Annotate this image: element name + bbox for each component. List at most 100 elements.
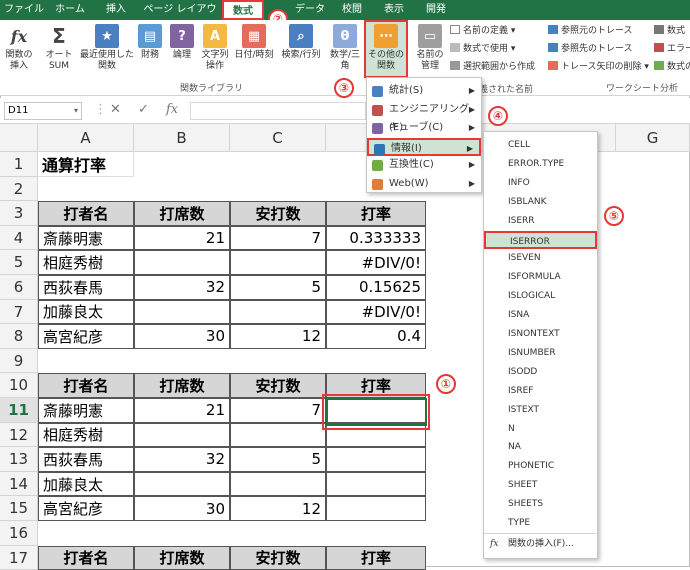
table1-cell[interactable]: 21: [134, 225, 230, 251]
table-header-cell[interactable]: 打席数: [134, 201, 230, 226]
table1-cell[interactable]: [134, 299, 230, 325]
function-item-info[interactable]: INFO: [484, 174, 597, 192]
use-in-formula-button[interactable]: 数式で使用 ▾: [450, 42, 515, 56]
function-item-istext[interactable]: ISTEXT: [484, 401, 597, 419]
table1-cell[interactable]: 12: [230, 324, 326, 349]
table1-cell[interactable]: 加藤良太: [38, 299, 134, 325]
function-item-islogical[interactable]: ISLOGICAL: [484, 287, 597, 305]
function-item-na[interactable]: NA: [484, 438, 597, 456]
table2-cell[interactable]: 30: [134, 496, 230, 521]
menu-item-web[interactable]: Web(W) ▶: [367, 175, 481, 193]
cell-title[interactable]: 通算打率: [38, 152, 134, 177]
function-item-isref[interactable]: ISREF: [484, 382, 597, 400]
row-header-5[interactable]: 5: [0, 250, 38, 275]
recent-button[interactable]: ★ 最近使用した 関数: [80, 22, 134, 72]
tab-view[interactable]: 表示: [374, 0, 414, 20]
table1-cell[interactable]: 0.4: [326, 324, 426, 349]
row-header-6[interactable]: 6: [0, 275, 38, 300]
table1-cell[interactable]: [230, 299, 326, 325]
tab-home[interactable]: ホーム: [48, 0, 92, 20]
datetime-button[interactable]: ▦ 日付/時刻: [232, 22, 276, 61]
menu-item-cube[interactable]: キューブ(C) ▶: [367, 119, 481, 137]
financial-button[interactable]: ▤ 財務: [136, 22, 164, 61]
tab-developer[interactable]: 開発: [416, 0, 456, 20]
table1-cell[interactable]: 0.333333: [326, 225, 426, 251]
table2-cell[interactable]: 加藤良太: [38, 471, 134, 497]
function-item-isnumber[interactable]: ISNUMBER: [484, 344, 597, 362]
name-manager-button[interactable]: ▭ 名前の 管理: [414, 22, 446, 72]
row-header-14[interactable]: 14: [0, 471, 38, 497]
table2-cell[interactable]: 32: [134, 447, 230, 472]
function-item-iserror[interactable]: ISERROR: [484, 230, 597, 249]
table1-cell[interactable]: #DIV/0!: [326, 299, 426, 325]
row-header-1[interactable]: 1: [0, 152, 38, 177]
tab-formulas[interactable]: 数式: [222, 0, 264, 20]
column-header-b[interactable]: B: [134, 124, 230, 152]
table-header-cell[interactable]: 打率: [326, 201, 426, 226]
table1-cell[interactable]: 西荻春馬: [38, 275, 134, 300]
table1-cell[interactable]: 高宮紀彦: [38, 324, 134, 349]
function-item-iseven[interactable]: ISEVEN: [484, 249, 597, 267]
tab-insert[interactable]: 挿入: [94, 0, 138, 20]
define-name-button[interactable]: 名前の定義 ▾: [450, 24, 515, 38]
function-item-type[interactable]: TYPE: [484, 514, 597, 532]
name-box[interactable]: D11 ▾: [4, 102, 82, 120]
row-header-8[interactable]: 8: [0, 324, 38, 349]
table-header-cell[interactable]: 安打数: [230, 201, 326, 226]
table-header-cell[interactable]: 打率: [326, 545, 426, 570]
function-item-iserr[interactable]: ISERR: [484, 212, 597, 230]
table1-cell[interactable]: 斎藤明憲: [38, 225, 134, 251]
select-all-corner[interactable]: [0, 124, 38, 152]
table1-cell[interactable]: [230, 250, 326, 275]
insert-function-icon[interactable]: fx: [166, 102, 178, 117]
row-header-7[interactable]: 7: [0, 299, 38, 325]
table2-cell[interactable]: 5: [230, 447, 326, 472]
row-header-4[interactable]: 4: [0, 225, 38, 251]
table1-cell[interactable]: [134, 250, 230, 275]
insert-function-menu-item[interactable]: fx 関数の挿入(F)...: [484, 535, 597, 553]
tab-file[interactable]: ファイル: [2, 0, 46, 20]
table2-cell[interactable]: 斎藤明憲: [38, 398, 134, 423]
function-item-isnontext[interactable]: ISNONTEXT: [484, 325, 597, 343]
table2-cell[interactable]: [326, 496, 426, 521]
tab-data[interactable]: データ: [290, 0, 330, 20]
table1-cell[interactable]: 32: [134, 275, 230, 300]
function-item-isna[interactable]: ISNA: [484, 306, 597, 324]
column-header-a[interactable]: A: [38, 124, 134, 152]
function-item-isodd[interactable]: ISODD: [484, 363, 597, 381]
table2-cell[interactable]: 高宮紀彦: [38, 496, 134, 521]
table-header-cell[interactable]: 安打数: [230, 373, 326, 398]
function-item-n[interactable]: N: [484, 420, 597, 438]
table-header-cell[interactable]: 打席数: [134, 545, 230, 570]
menu-item-compatibility[interactable]: 互換性(C) ▶: [367, 156, 481, 174]
table2-cell[interactable]: [326, 447, 426, 472]
trace-dependents-button[interactable]: 参照先のトレース: [548, 42, 633, 56]
row-header-17[interactable]: 17: [0, 545, 38, 570]
show-formulas-button[interactable]: 数式: [654, 24, 685, 38]
table2-cell[interactable]: [134, 471, 230, 497]
row-header-11[interactable]: 11: [0, 398, 38, 423]
row-header-12[interactable]: 12: [0, 422, 38, 448]
table1-cell[interactable]: 30: [134, 324, 230, 349]
tab-page-layout[interactable]: ページ レイアウト: [140, 0, 220, 35]
more-functions-button[interactable]: ⋯ その他の 関数: [364, 20, 408, 78]
menu-item-engineering[interactable]: エンジニアリング(E) ▶: [367, 101, 481, 133]
enter-icon[interactable]: ✓: [138, 102, 149, 117]
create-from-selection-button[interactable]: 選択範囲から作成: [450, 60, 535, 74]
row-header-9[interactable]: 9: [0, 348, 38, 374]
table2-cell[interactable]: 西荻春馬: [38, 447, 134, 472]
table2-cell[interactable]: 12: [230, 496, 326, 521]
table-header-cell[interactable]: 打者名: [38, 373, 134, 398]
formula-input[interactable]: [190, 102, 366, 120]
row-header-15[interactable]: 15: [0, 496, 38, 521]
function-item-isblank[interactable]: ISBLANK: [484, 193, 597, 211]
tab-review[interactable]: 校閲: [332, 0, 372, 20]
table1-cell[interactable]: 相庭秀樹: [38, 250, 134, 275]
table2-cell[interactable]: [230, 422, 326, 448]
remove-arrows-button[interactable]: トレース矢印の削除 ▾: [548, 60, 649, 74]
table1-cell[interactable]: 0.15625: [326, 275, 426, 300]
menu-item-statistical[interactable]: 統計(S) ▶: [367, 82, 481, 100]
row-header-16[interactable]: 16: [0, 521, 38, 546]
column-header-g[interactable]: G: [616, 124, 690, 152]
table-header-cell[interactable]: 打席数: [134, 373, 230, 398]
